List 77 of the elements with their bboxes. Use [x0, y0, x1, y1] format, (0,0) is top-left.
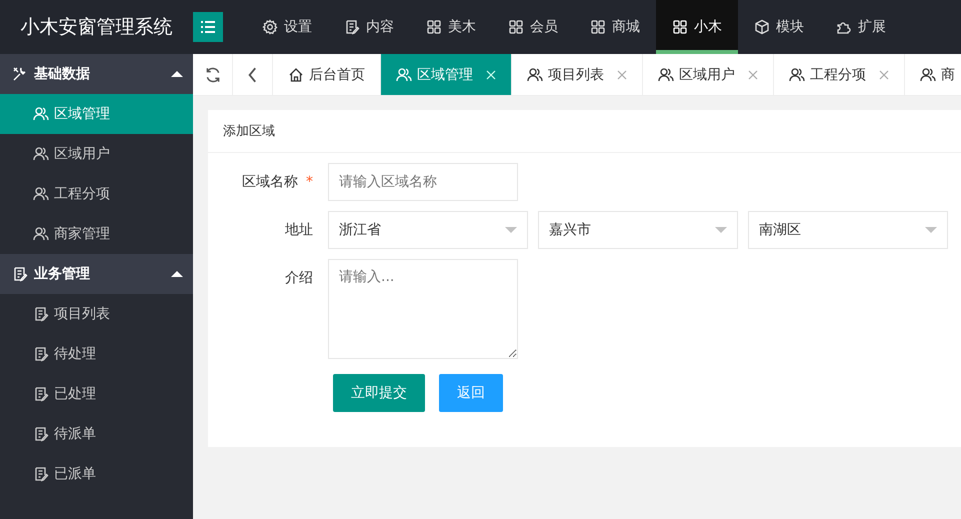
document-icon — [33, 426, 49, 442]
sidebar-item[interactable]: 工程分项 — [0, 174, 193, 214]
tab-label: 区域用户 — [679, 66, 735, 84]
refresh-icon — [204, 66, 222, 84]
sidebar-group[interactable]: 基础数据 — [0, 54, 193, 94]
select-field[interactable]: 嘉兴市 — [538, 211, 738, 249]
sidebar-item[interactable]: 待派单 — [0, 414, 193, 454]
required-mark: * — [306, 173, 313, 192]
document-icon — [33, 386, 49, 402]
nav-tab[interactable]: 商城 — [574, 0, 656, 54]
tools-icon — [12, 66, 28, 82]
page-tab[interactable]: 区域管理 — [381, 54, 512, 95]
select-field[interactable]: 南湖区 — [748, 211, 948, 249]
users-icon — [33, 226, 49, 242]
sidebar-item[interactable]: 商家管理 — [0, 214, 193, 254]
menu-button[interactable] — [193, 12, 223, 42]
home-icon — [288, 66, 304, 82]
nav-tab[interactable]: 会员 — [492, 0, 574, 54]
tab-label: 工程分项 — [810, 66, 866, 84]
users-icon — [789, 66, 805, 82]
nav-tab[interactable]: 美木 — [410, 0, 492, 54]
users-icon — [658, 66, 674, 82]
cube-icon — [754, 19, 770, 35]
sidebar-item[interactable]: 区域用户 — [0, 134, 193, 174]
submit-button[interactable]: 立即提交 — [333, 374, 425, 412]
grid-icon — [672, 19, 688, 35]
sidebar-group[interactable]: 业务管理 — [0, 254, 193, 294]
nav-tab[interactable]: 小木 — [656, 0, 738, 54]
grid-icon — [426, 19, 442, 35]
users-icon — [33, 106, 49, 122]
textarea-field[interactable]: 请输入... — [328, 259, 518, 359]
close-icon[interactable] — [617, 70, 627, 80]
input-field[interactable]: 请输入区域名称 — [328, 163, 518, 201]
nav-tab[interactable]: 模块 — [738, 0, 820, 54]
app-title: 小木安窗管理系统 — [20, 15, 174, 40]
users-icon — [396, 66, 412, 82]
grid-icon — [590, 19, 606, 35]
field-label: 地址 — [285, 221, 313, 240]
grid-icon — [508, 19, 524, 35]
page-tab[interactable]: 商 — [905, 54, 961, 95]
users-icon — [33, 186, 49, 202]
document-icon — [12, 266, 28, 282]
settings-icon — [262, 19, 278, 35]
field-label: 介绍 — [285, 269, 313, 288]
tab-label: 后台首页 — [309, 66, 365, 84]
nav-tab[interactable]: 扩展 — [820, 0, 902, 54]
group-label: 业务管理 — [34, 265, 91, 283]
page-tab[interactable]: 项目列表 — [512, 54, 643, 95]
sidebar-item[interactable]: 待处理 — [0, 334, 193, 374]
users-icon — [33, 146, 49, 162]
tab-label: 商 — [941, 66, 955, 84]
group-label: 基础数据 — [34, 65, 91, 83]
card-title: 添加区域 — [208, 110, 961, 153]
users-icon — [527, 66, 543, 82]
sidebar-item[interactable]: 区域管理 — [0, 94, 193, 134]
nav-tab[interactable]: 内容 — [328, 0, 410, 54]
close-icon[interactable] — [879, 70, 889, 80]
users-icon — [920, 66, 936, 82]
page-tab[interactable]: 区域用户 — [643, 54, 774, 95]
document-icon — [33, 466, 49, 482]
menu-icon — [201, 21, 215, 33]
caret-icon — [925, 227, 937, 233]
nav-tab[interactable]: 设置 — [246, 0, 328, 54]
sidebar-item[interactable]: 已处理 — [0, 374, 193, 414]
page-tab[interactable]: 工程分项 — [774, 54, 905, 95]
sidebar-item[interactable]: 项目列表 — [0, 294, 193, 334]
document-icon — [33, 306, 49, 322]
field-label: 区域名称 — [242, 173, 298, 192]
caret-icon — [505, 227, 517, 233]
document-icon — [33, 346, 49, 362]
close-icon[interactable] — [748, 70, 758, 80]
tab-label: 区域管理 — [417, 66, 473, 84]
sidebar-item[interactable]: 已派单 — [0, 454, 193, 494]
tab-label: 项目列表 — [548, 66, 604, 84]
document-icon — [344, 19, 360, 35]
select-field[interactable]: 浙江省 — [328, 211, 528, 249]
caret-icon — [715, 227, 727, 233]
